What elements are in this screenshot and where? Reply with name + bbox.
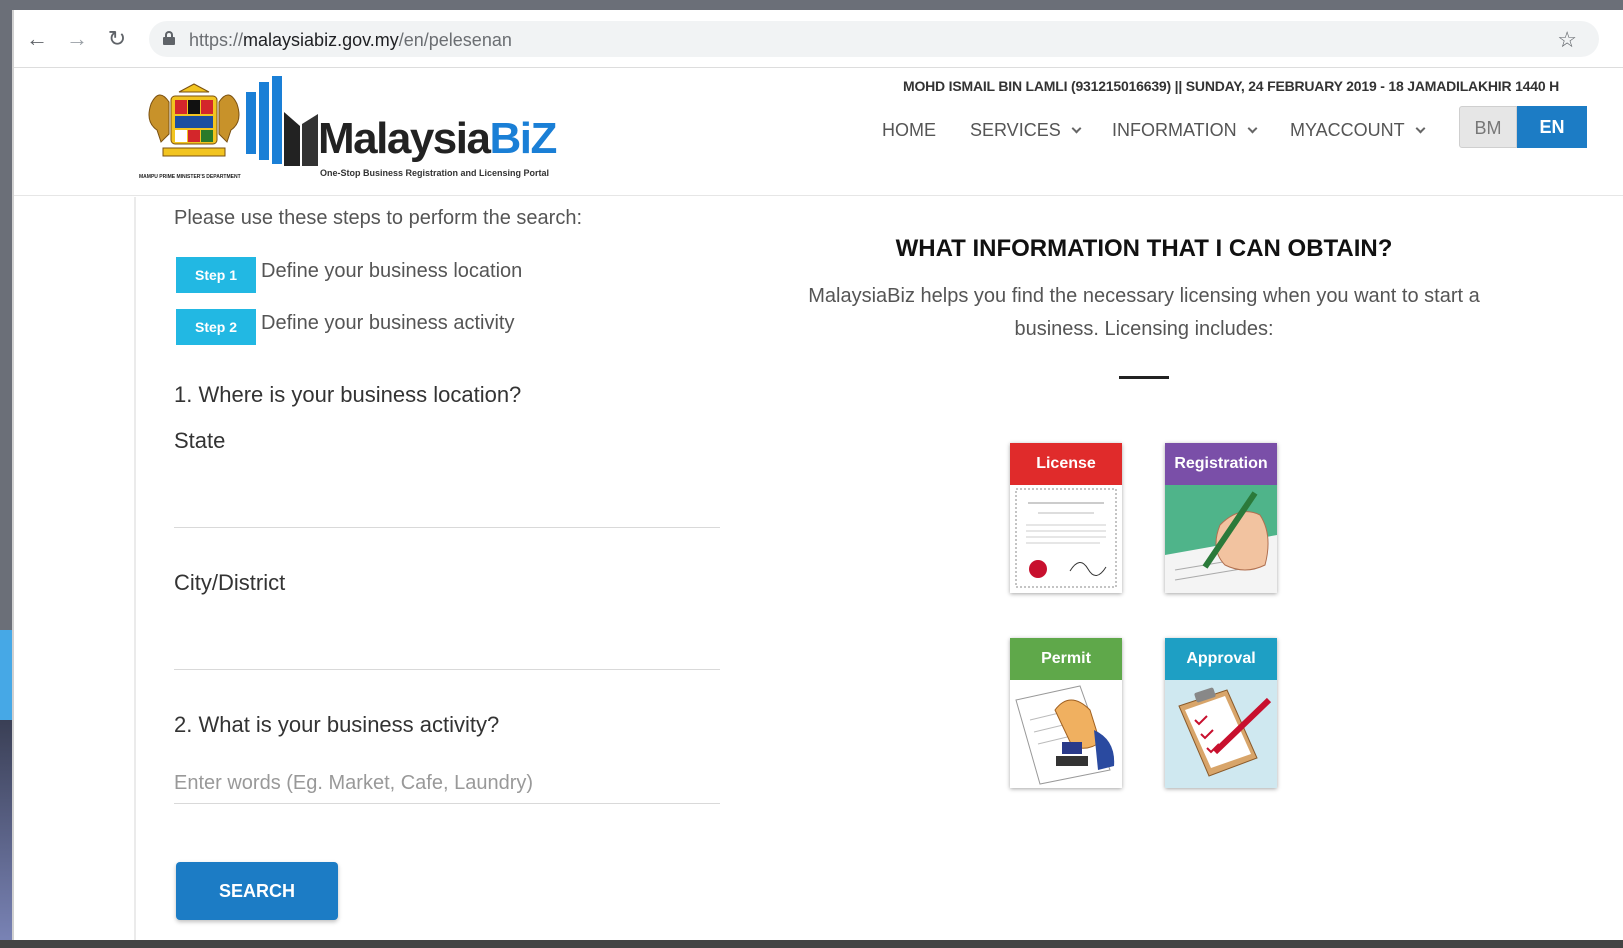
- nav-myaccount[interactable]: MYACCOUNT: [1290, 120, 1426, 141]
- nav-information[interactable]: INFORMATION: [1112, 120, 1258, 141]
- business-activity-input[interactable]: [174, 764, 720, 804]
- city-district-underline: [174, 669, 720, 670]
- lock-icon: [163, 31, 175, 45]
- back-arrow-icon[interactable]: ←: [24, 26, 50, 52]
- bookmark-star-icon[interactable]: ☆: [1557, 27, 1577, 53]
- browser-toolbar: ← → ↻ https://malaysiabiz.gov.my/en/pele…: [14, 10, 1623, 68]
- address-bar[interactable]: https://malaysiabiz.gov.my/en/pelesenan …: [149, 21, 1599, 57]
- license-card[interactable]: License: [1010, 443, 1122, 593]
- city-district-select[interactable]: [174, 629, 720, 669]
- state-underline: [174, 527, 720, 528]
- site-header: MOHD ISMAIL BIN LAMLI (931215016639) || …: [14, 68, 1623, 196]
- logo-wordmark: MalaysiaBiZ: [318, 114, 557, 163]
- permit-card-title: Permit: [1010, 638, 1122, 680]
- url-text: https://malaysiabiz.gov.my/en/pelesenan: [189, 30, 512, 50]
- approval-card[interactable]: Approval: [1165, 638, 1277, 788]
- logo-tagline: One-Stop Business Registration and Licen…: [320, 168, 550, 178]
- permit-card[interactable]: Permit: [1010, 638, 1122, 788]
- browser-window: ← → ↻ https://malaysiabiz.gov.my/en/pele…: [12, 10, 1623, 940]
- state-select[interactable]: [174, 487, 720, 527]
- registration-card-title: Registration: [1165, 443, 1277, 485]
- registration-card[interactable]: Registration: [1165, 443, 1277, 593]
- malaysiabiz-logo[interactable]: MalaysiaBiZ One-Stop Business Registrati…: [244, 76, 557, 186]
- certificate-icon: [1010, 485, 1122, 593]
- forward-arrow-icon[interactable]: →: [64, 26, 90, 52]
- language-bm-button[interactable]: BM: [1459, 106, 1517, 148]
- signing-hand-icon: [1165, 485, 1277, 593]
- chevron-down-icon: [1071, 123, 1082, 134]
- nav-home[interactable]: HOME: [882, 120, 936, 141]
- search-button[interactable]: SEARCH: [176, 862, 338, 920]
- language-en-button[interactable]: EN: [1517, 106, 1587, 148]
- reload-icon[interactable]: ↻: [104, 26, 130, 52]
- city-district-label: City/District: [174, 570, 286, 595]
- stamp-icon: [1010, 680, 1122, 788]
- location-question: 1. Where is your business location?: [174, 382, 522, 407]
- step-2-badge: Step 2: [176, 309, 256, 345]
- search-panel: Please use these steps to perform the se…: [134, 197, 734, 940]
- background-strip: [0, 630, 12, 948]
- search-intro: Please use these steps to perform the se…: [174, 207, 582, 229]
- crest-caption: MAMPU PRIME MINISTER'S DEPARTMENT: [139, 174, 241, 180]
- step-1-badge: Step 1: [176, 257, 256, 293]
- activity-question: 2. What is your business activity?: [174, 712, 500, 737]
- malaysia-crest-logo[interactable]: MAMPU PRIME MINISTER'S DEPARTMENT: [139, 82, 249, 182]
- approval-card-title: Approval: [1165, 638, 1277, 680]
- user-info-line: MOHD ISMAIL BIN LAMLI (931215016639) || …: [903, 78, 1560, 94]
- step-1-text: Define your business location: [261, 260, 523, 282]
- chevron-down-icon: [1247, 123, 1258, 134]
- chevron-down-icon: [1415, 123, 1426, 134]
- clipboard-icon: [1165, 680, 1277, 788]
- state-label: State: [174, 428, 226, 453]
- title-divider: [1119, 376, 1169, 379]
- nav-services[interactable]: SERVICES: [970, 120, 1082, 141]
- license-card-title: License: [1010, 443, 1122, 485]
- background-bottom: [0, 940, 1623, 948]
- info-title: WHAT INFORMATION THAT I CAN OBTAIN?: [895, 235, 1393, 262]
- step-2-text: Define your business activity: [261, 312, 515, 334]
- info-description: MalaysiaBiz helps you find the necessary…: [808, 285, 1480, 340]
